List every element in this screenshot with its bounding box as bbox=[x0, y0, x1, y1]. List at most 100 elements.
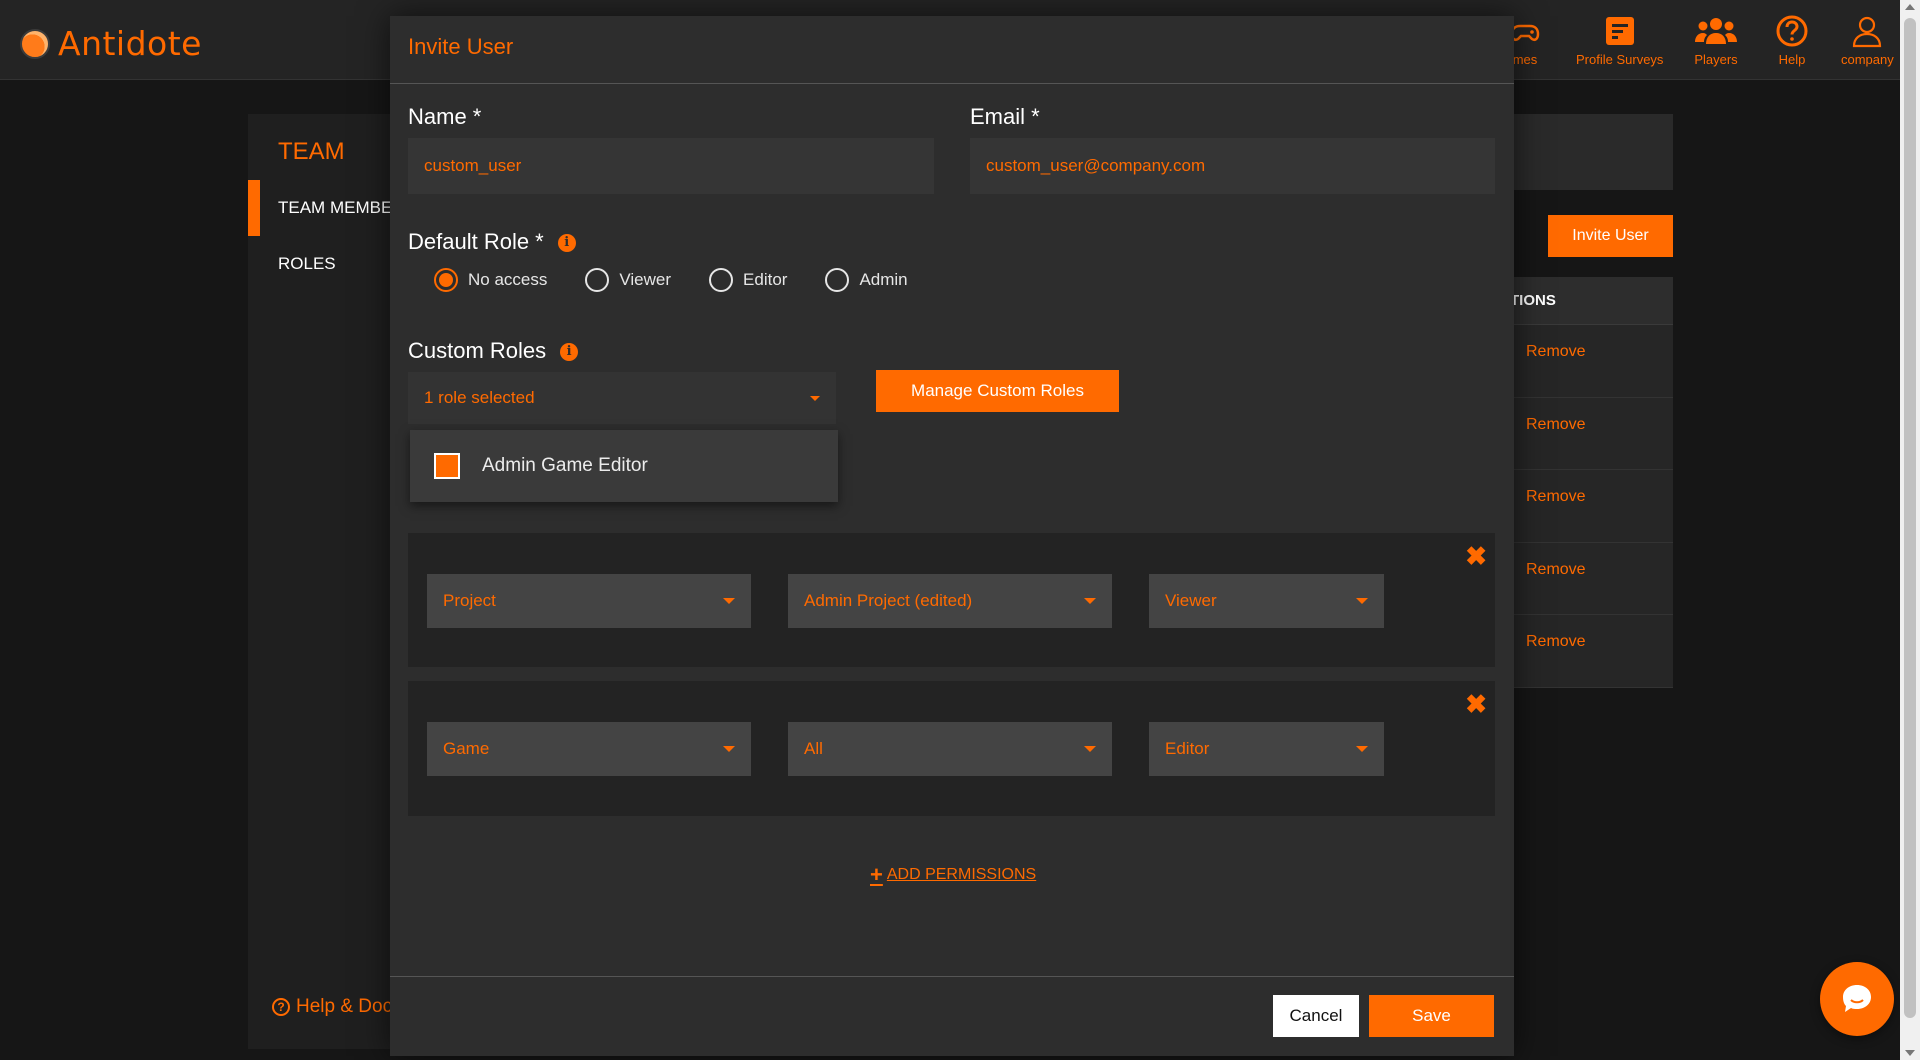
chevron-down-icon bbox=[1084, 746, 1096, 752]
radio-viewer[interactable]: Viewer bbox=[585, 268, 671, 292]
radio-admin[interactable]: Admin bbox=[825, 268, 908, 292]
permission-role-select[interactable]: Viewer bbox=[1149, 574, 1384, 628]
save-button[interactable]: Save bbox=[1369, 995, 1494, 1037]
permission-role-select[interactable]: Editor bbox=[1149, 722, 1384, 776]
info-icon[interactable]: i bbox=[560, 343, 579, 362]
radio-editor[interactable]: Editor bbox=[709, 268, 787, 292]
default-role-radio-group: No access Viewer Editor Admin bbox=[434, 268, 946, 292]
invite-user-modal: Invite User Name * Email * Default Role … bbox=[390, 16, 1514, 1056]
remove-link[interactable]: Remove bbox=[1526, 343, 1586, 360]
remove-link[interactable]: Remove bbox=[1526, 633, 1586, 650]
manage-custom-roles-button[interactable]: Manage Custom Roles bbox=[876, 370, 1119, 412]
help-icon bbox=[1776, 15, 1808, 47]
permission-target-value: Admin Project (edited) bbox=[804, 591, 973, 610]
page-scrollbar[interactable] bbox=[1900, 0, 1920, 1060]
info-icon[interactable]: i bbox=[557, 234, 576, 253]
custom-roles-text: Custom Roles bbox=[408, 338, 547, 363]
name-input[interactable] bbox=[408, 138, 934, 194]
nav-account-label: company bbox=[1841, 52, 1894, 67]
radio-label: Admin bbox=[859, 270, 908, 289]
logo-icon bbox=[20, 28, 50, 59]
close-icon[interactable]: ✖ bbox=[1465, 691, 1487, 717]
radio-circle-icon bbox=[434, 268, 458, 292]
chat-bubble-icon bbox=[1843, 985, 1871, 1012]
custom-roles-label: Custom Roles i bbox=[408, 338, 579, 364]
add-permissions-link[interactable]: + ADD PERMISSIONS bbox=[870, 864, 1036, 886]
scrollbar-thumb[interactable] bbox=[1904, 18, 1916, 1018]
permission-role-value: Editor bbox=[1165, 739, 1210, 758]
nav-help-label: Help bbox=[1778, 52, 1806, 67]
cancel-button[interactable]: Cancel bbox=[1273, 995, 1359, 1037]
permission-role-value: Viewer bbox=[1165, 591, 1217, 610]
permission-target-select[interactable]: All bbox=[788, 722, 1112, 776]
table-header: TIONS bbox=[1500, 277, 1673, 325]
modal-footer-divider bbox=[390, 976, 1514, 977]
permission-target-value: All bbox=[804, 739, 823, 758]
default-role-text: Default Role * bbox=[408, 229, 544, 254]
chevron-down-icon bbox=[723, 598, 735, 604]
radio-label: Viewer bbox=[619, 270, 672, 289]
app-name: Antidote bbox=[58, 24, 202, 63]
remove-link[interactable]: Remove bbox=[1526, 416, 1586, 433]
remove-link[interactable]: Remove bbox=[1526, 488, 1586, 505]
survey-icon bbox=[1605, 17, 1634, 45]
remove-link[interactable]: Remove bbox=[1526, 561, 1586, 578]
custom-roles-select[interactable]: 1 role selected bbox=[408, 372, 836, 424]
chevron-down-icon bbox=[1356, 598, 1368, 604]
background-panel bbox=[1500, 114, 1673, 190]
permission-type-value: Project bbox=[443, 591, 496, 610]
radio-circle-icon bbox=[825, 268, 850, 292]
custom-roles-value: 1 role selected bbox=[424, 388, 535, 407]
chevron-down-icon bbox=[1356, 746, 1368, 752]
chevron-down-icon bbox=[723, 746, 735, 752]
chevron-down-icon bbox=[810, 395, 820, 401]
table-row: Remove bbox=[1500, 543, 1673, 615]
help-circle-icon: ? bbox=[272, 998, 290, 1016]
nav-players-label: Players bbox=[1694, 52, 1738, 67]
table-row: Remove bbox=[1500, 325, 1673, 398]
add-permissions-label: ADD PERMISSIONS bbox=[886, 866, 1037, 883]
user-icon bbox=[1853, 16, 1882, 48]
chevron-down-icon bbox=[1084, 598, 1096, 604]
app-logo[interactable]: Antidote bbox=[20, 24, 202, 63]
radio-no-access[interactable]: No access bbox=[434, 268, 547, 292]
permission-type-value: Game bbox=[443, 739, 490, 758]
close-icon[interactable]: ✖ bbox=[1465, 543, 1487, 569]
invite-user-button-bg[interactable]: Invite User bbox=[1548, 215, 1673, 257]
nav-account[interactable]: company bbox=[1841, 14, 1894, 67]
nav-help[interactable]: Help bbox=[1775, 14, 1809, 67]
chat-launcher-button[interactable] bbox=[1820, 962, 1894, 1036]
nav-games-label: mes bbox=[1512, 52, 1538, 67]
name-label: Name * bbox=[408, 104, 482, 129]
default-role-label: Default Role * i bbox=[408, 229, 576, 255]
radio-circle-icon bbox=[585, 268, 610, 292]
team-title: TEAM bbox=[278, 138, 345, 165]
plus-icon: + bbox=[870, 862, 883, 887]
permission-type-select[interactable]: Project bbox=[427, 574, 751, 628]
modal-title: Invite User bbox=[390, 16, 1514, 84]
email-label: Email * bbox=[970, 104, 1040, 129]
help-docs-link[interactable]: ? Help & Doc bbox=[272, 996, 392, 1018]
scroll-up-icon[interactable] bbox=[1905, 4, 1915, 10]
nav-profile-surveys[interactable]: Profile Surveys bbox=[1576, 14, 1663, 67]
radio-label: No access bbox=[468, 270, 548, 289]
sidebar-item-roles[interactable]: ROLES bbox=[278, 254, 336, 274]
radio-label: Editor bbox=[743, 270, 788, 289]
players-icon bbox=[1695, 18, 1737, 44]
nav-players[interactable]: Players bbox=[1694, 14, 1738, 67]
scroll-down-icon[interactable] bbox=[1905, 1050, 1915, 1056]
table-row: Remove bbox=[1500, 615, 1673, 688]
radio-circle-icon bbox=[709, 268, 734, 292]
custom-roles-dropdown: Admin Game Editor bbox=[410, 430, 838, 502]
permission-type-select[interactable]: Game bbox=[427, 722, 751, 776]
permission-row: ✖ Game All Editor bbox=[408, 681, 1495, 816]
role-checkbox[interactable] bbox=[434, 453, 460, 479]
nav-profile-surveys-label: Profile Surveys bbox=[1576, 52, 1664, 67]
role-option-label[interactable]: Admin Game Editor bbox=[482, 455, 648, 477]
table-row: Remove bbox=[1500, 470, 1673, 543]
help-docs-label: Help & Doc bbox=[296, 996, 393, 1017]
permission-target-select[interactable]: Admin Project (edited) bbox=[788, 574, 1112, 628]
email-input[interactable] bbox=[970, 138, 1495, 194]
permission-row: ✖ Project Admin Project (edited) Viewer bbox=[408, 533, 1495, 667]
table-row: Remove bbox=[1500, 398, 1673, 470]
